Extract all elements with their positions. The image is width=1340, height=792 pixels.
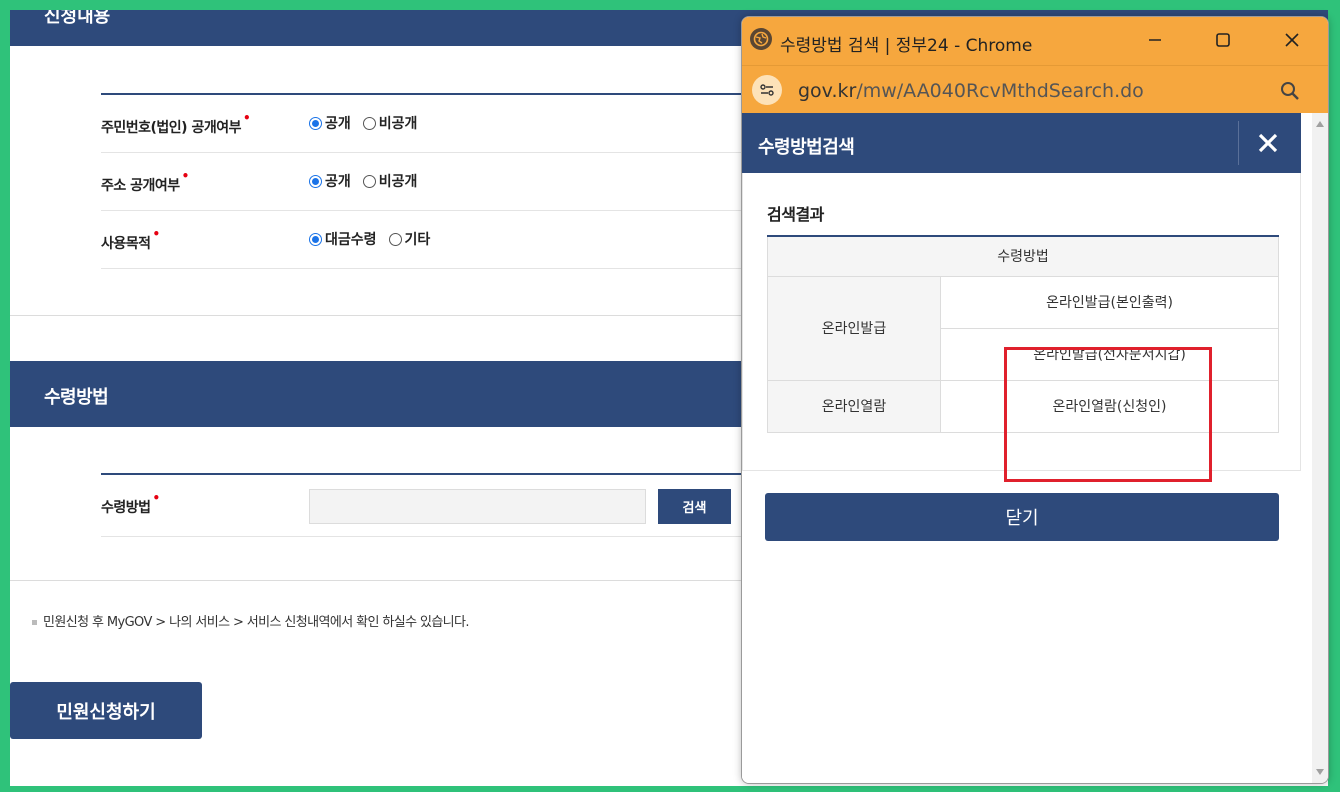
url-host: gov.kr — [798, 80, 857, 102]
radio-private[interactable]: 비공개 — [362, 171, 417, 191]
info-note: 민원신청 후 MyGOV > 나의 서비스 > 서비스 신청내역에서 확인 하실… — [32, 611, 470, 630]
header-divider — [1238, 121, 1239, 165]
table-header-row: 수령방법 — [767, 236, 1279, 277]
table-row: 온라인열람 온라인열람(신청인) — [767, 379, 1279, 433]
url-text[interactable]: gov.kr/mw/AA040RcvMthdSearch.do — [798, 80, 1144, 102]
minimize-icon[interactable] — [1140, 27, 1170, 53]
radio-public[interactable]: 공개 — [309, 113, 351, 133]
row-label: 수령방법 — [101, 500, 151, 516]
result-title: 검색결과 — [767, 205, 824, 224]
form-row-purpose: 사용목적• 대금수령 기타 — [101, 211, 801, 269]
row-label: 사용목적 — [101, 236, 151, 252]
window-title: 수령방법 검색 | 정부24 - Chrome — [780, 36, 1033, 56]
required-mark: • — [152, 227, 161, 241]
radio-unchecked-icon[interactable] — [362, 116, 376, 130]
radio-private[interactable]: 비공개 — [362, 113, 417, 133]
form-row-receipt-method: 수령방법• 검색 — [101, 475, 801, 537]
site-settings-icon[interactable] — [752, 75, 782, 105]
method-option-online-wallet[interactable]: 온라인발급(전자문서지갑) — [940, 327, 1279, 381]
radio-payment[interactable]: 대금수령 — [309, 229, 377, 249]
radio-checked-icon[interactable] — [309, 174, 322, 188]
close-icon[interactable] — [1254, 129, 1282, 157]
required-mark: • — [242, 111, 251, 125]
row-label: 주소 공개여부 — [101, 178, 180, 194]
scroll-down-icon[interactable] — [1316, 769, 1324, 775]
result-panel: 검색결과 수령방법 온라인발급 온라인발급(본인출력) 온라인발급(전자문서지갑… — [742, 173, 1301, 482]
maximize-icon[interactable] — [1208, 27, 1238, 53]
section-header-title: 신청내용 — [44, 10, 111, 27]
table-header: 수령방법 — [767, 236, 1279, 277]
group-cell: 온라인발급 — [767, 275, 941, 381]
info-note-text: 민원신청 후 MyGOV > 나의 서비스 > 서비스 신청내역에서 확인 하실… — [43, 615, 470, 630]
method-option-online-view[interactable]: 온라인열람(신청인) — [940, 379, 1279, 433]
table-row: 온라인발급 온라인발급(본인출력) — [767, 275, 1279, 381]
url-path: /mw/AA040RcvMthdSearch.do — [856, 80, 1144, 102]
scroll-up-icon[interactable] — [1316, 121, 1324, 127]
scrollbar[interactable] — [1312, 113, 1328, 783]
close-button[interactable]: 닫기 — [765, 493, 1279, 541]
apply-button[interactable]: 민원신청하기 — [10, 682, 202, 739]
receipt-form: 수령방법• 검색 — [101, 473, 801, 537]
form-row-id-disclosure: 주민번호(법인) 공개여부• 공개 비공개 — [101, 95, 801, 153]
receipt-method-input[interactable] — [309, 489, 646, 524]
radio-checked-icon[interactable] — [309, 232, 322, 246]
popup-content: 수령방법검색 검색결과 수령방법 온라인발급 온라인발급(본인출력) 온라인발급… — [742, 113, 1312, 783]
method-option-online-print[interactable]: 온라인발급(본인출력) — [940, 275, 1279, 329]
radio-checked-icon[interactable] — [309, 116, 322, 130]
globe-icon — [750, 28, 772, 50]
window-titlebar[interactable]: 수령방법 검색 | 정부24 - Chrome — [742, 17, 1328, 65]
radio-group-id-disclosure: 공개 비공개 — [309, 113, 417, 133]
close-window-icon[interactable] — [1277, 27, 1307, 53]
popup-title: 수령방법검색 — [758, 137, 855, 158]
group-cell: 온라인열람 — [767, 379, 941, 433]
search-button[interactable]: 검색 — [658, 489, 731, 524]
radio-group-purpose: 대금수령 기타 — [309, 229, 430, 249]
result-table: 수령방법 온라인발급 온라인발급(본인출력) 온라인발급(전자문서지갑) 온라인… — [767, 235, 1279, 433]
required-mark: • — [152, 491, 161, 505]
popup-header: 수령방법검색 — [742, 113, 1301, 173]
address-bar: gov.kr/mw/AA040RcvMthdSearch.do — [742, 65, 1328, 113]
radio-unchecked-icon[interactable] — [362, 174, 376, 188]
row-label: 주민번호(법인) 공개여부 — [101, 120, 241, 136]
radio-public[interactable]: 공개 — [309, 171, 351, 191]
radio-unchecked-icon[interactable] — [388, 232, 402, 246]
disclosure-form: 주민번호(법인) 공개여부• 공개 비공개 주소 공개여부• 공개 비공개 사용… — [101, 93, 801, 269]
section-title: 수령방법 — [44, 387, 109, 408]
radio-group-address-disclosure: 공개 비공개 — [309, 171, 417, 191]
popup-window: 수령방법 검색 | 정부24 - Chrome gov.kr/mw/AA040R… — [741, 16, 1329, 784]
zoom-icon[interactable] — [1278, 79, 1302, 103]
form-row-address-disclosure: 주소 공개여부• 공개 비공개 — [101, 153, 801, 211]
radio-other[interactable]: 기타 — [388, 229, 430, 249]
required-mark: • — [181, 169, 190, 183]
bullet-icon — [32, 620, 37, 625]
